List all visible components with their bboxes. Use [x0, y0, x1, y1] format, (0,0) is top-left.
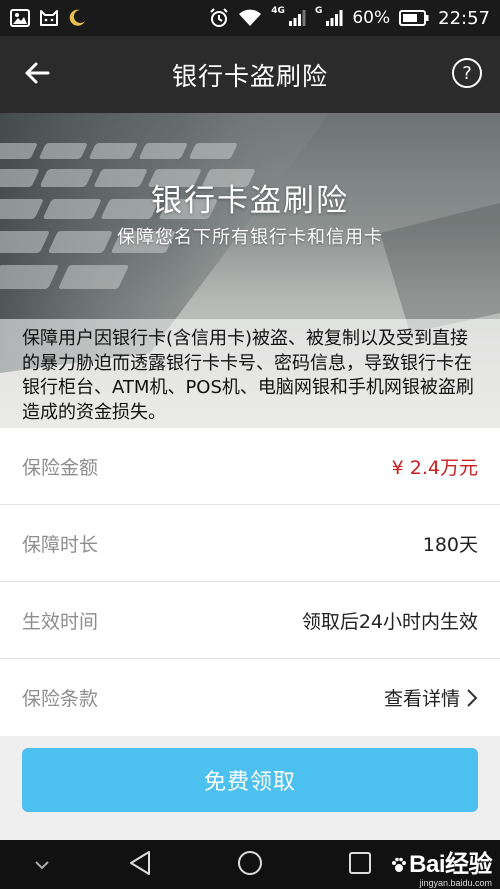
row-label: 生效时间	[22, 610, 99, 633]
clock: 22:57	[438, 7, 490, 29]
baidu-jingyan-watermark: Bai经验 jingyan.baidu.com	[391, 844, 492, 888]
policy-details: 保险金额 ¥ 2.4万元 保障时长 180天 生效时间 领取后24小时内生效 保…	[0, 428, 500, 736]
circle-home-icon	[236, 849, 264, 881]
claim-free-button[interactable]: 免费领取	[22, 748, 478, 812]
hide-keyboard-button[interactable]	[22, 840, 62, 889]
banner-description: 保障用户因银行卡(含信用卡)被盗、被复制以及受到直接的暴力胁迫而透露银行卡卡号、…	[0, 319, 500, 428]
system-nav-bar: Bai经验 jingyan.baidu.com	[0, 840, 500, 889]
watermark-brand: Bai经验	[391, 844, 492, 880]
battery-icon	[399, 10, 429, 26]
status-bar-left	[10, 9, 86, 27]
wifi-icon	[238, 9, 262, 27]
square-recents-icon	[348, 851, 372, 879]
signal-icon	[288, 9, 306, 27]
back-arrow-icon	[24, 62, 50, 88]
nav-recents-button[interactable]	[340, 840, 380, 889]
action-area: 免费领取	[0, 736, 500, 840]
image-icon	[10, 9, 30, 27]
status-bar-right: 4G G 60% 22:57	[209, 6, 490, 29]
alarm-icon	[209, 8, 229, 28]
help-button[interactable]: ?	[452, 58, 482, 88]
row-policy-terms[interactable]: 保险条款 查看详情	[0, 659, 500, 736]
signal-icon	[325, 9, 343, 27]
chevron-down-icon	[34, 855, 50, 874]
row-effective-time: 生效时间 领取后24小时内生效	[0, 582, 500, 659]
status-bar: 4G G 60% 22:57	[0, 0, 500, 36]
view-details-link[interactable]: 查看详情	[384, 684, 478, 711]
page-title: 银行卡盗刷险	[171, 61, 328, 91]
row-label: 保险条款	[22, 688, 99, 710]
network-type-g: G	[314, 6, 323, 16]
row-coverage-duration: 保障时长 180天	[0, 505, 500, 582]
banner-title: 银行卡盗刷险	[151, 183, 349, 219]
network-type: 4G	[271, 6, 285, 16]
back-button[interactable]	[22, 60, 52, 90]
row-label: 保险金额	[22, 456, 99, 479]
triangle-back-icon	[128, 850, 152, 880]
app-bar: 银行卡盗刷险 ?	[0, 36, 500, 113]
battery-percent: 60%	[352, 8, 391, 28]
nav-home-button[interactable]	[230, 840, 270, 889]
chevron-right-icon	[466, 688, 478, 708]
row-insured-amount: 保险金额 ¥ 2.4万元	[0, 428, 500, 505]
effective-time-value: 领取后24小时内生效	[301, 610, 478, 633]
cat-icon	[39, 9, 59, 27]
nav-back-button[interactable]	[120, 840, 160, 889]
row-label: 保障时长	[22, 533, 99, 556]
paw-icon	[391, 852, 407, 880]
help-icon: ?	[462, 62, 472, 84]
view-details-label: 查看详情	[383, 688, 460, 710]
coverage-duration-value: 180天	[422, 533, 478, 556]
moon-icon	[68, 9, 86, 27]
banner-subtitle: 保障您名下所有银行卡和信用卡	[117, 227, 383, 248]
insured-amount-value: ¥ 2.4万元	[391, 456, 478, 479]
hero-banner: 银行卡盗刷险 保障您名下所有银行卡和信用卡 保障用户因银行卡(含信用卡)被盗、被…	[0, 113, 500, 428]
